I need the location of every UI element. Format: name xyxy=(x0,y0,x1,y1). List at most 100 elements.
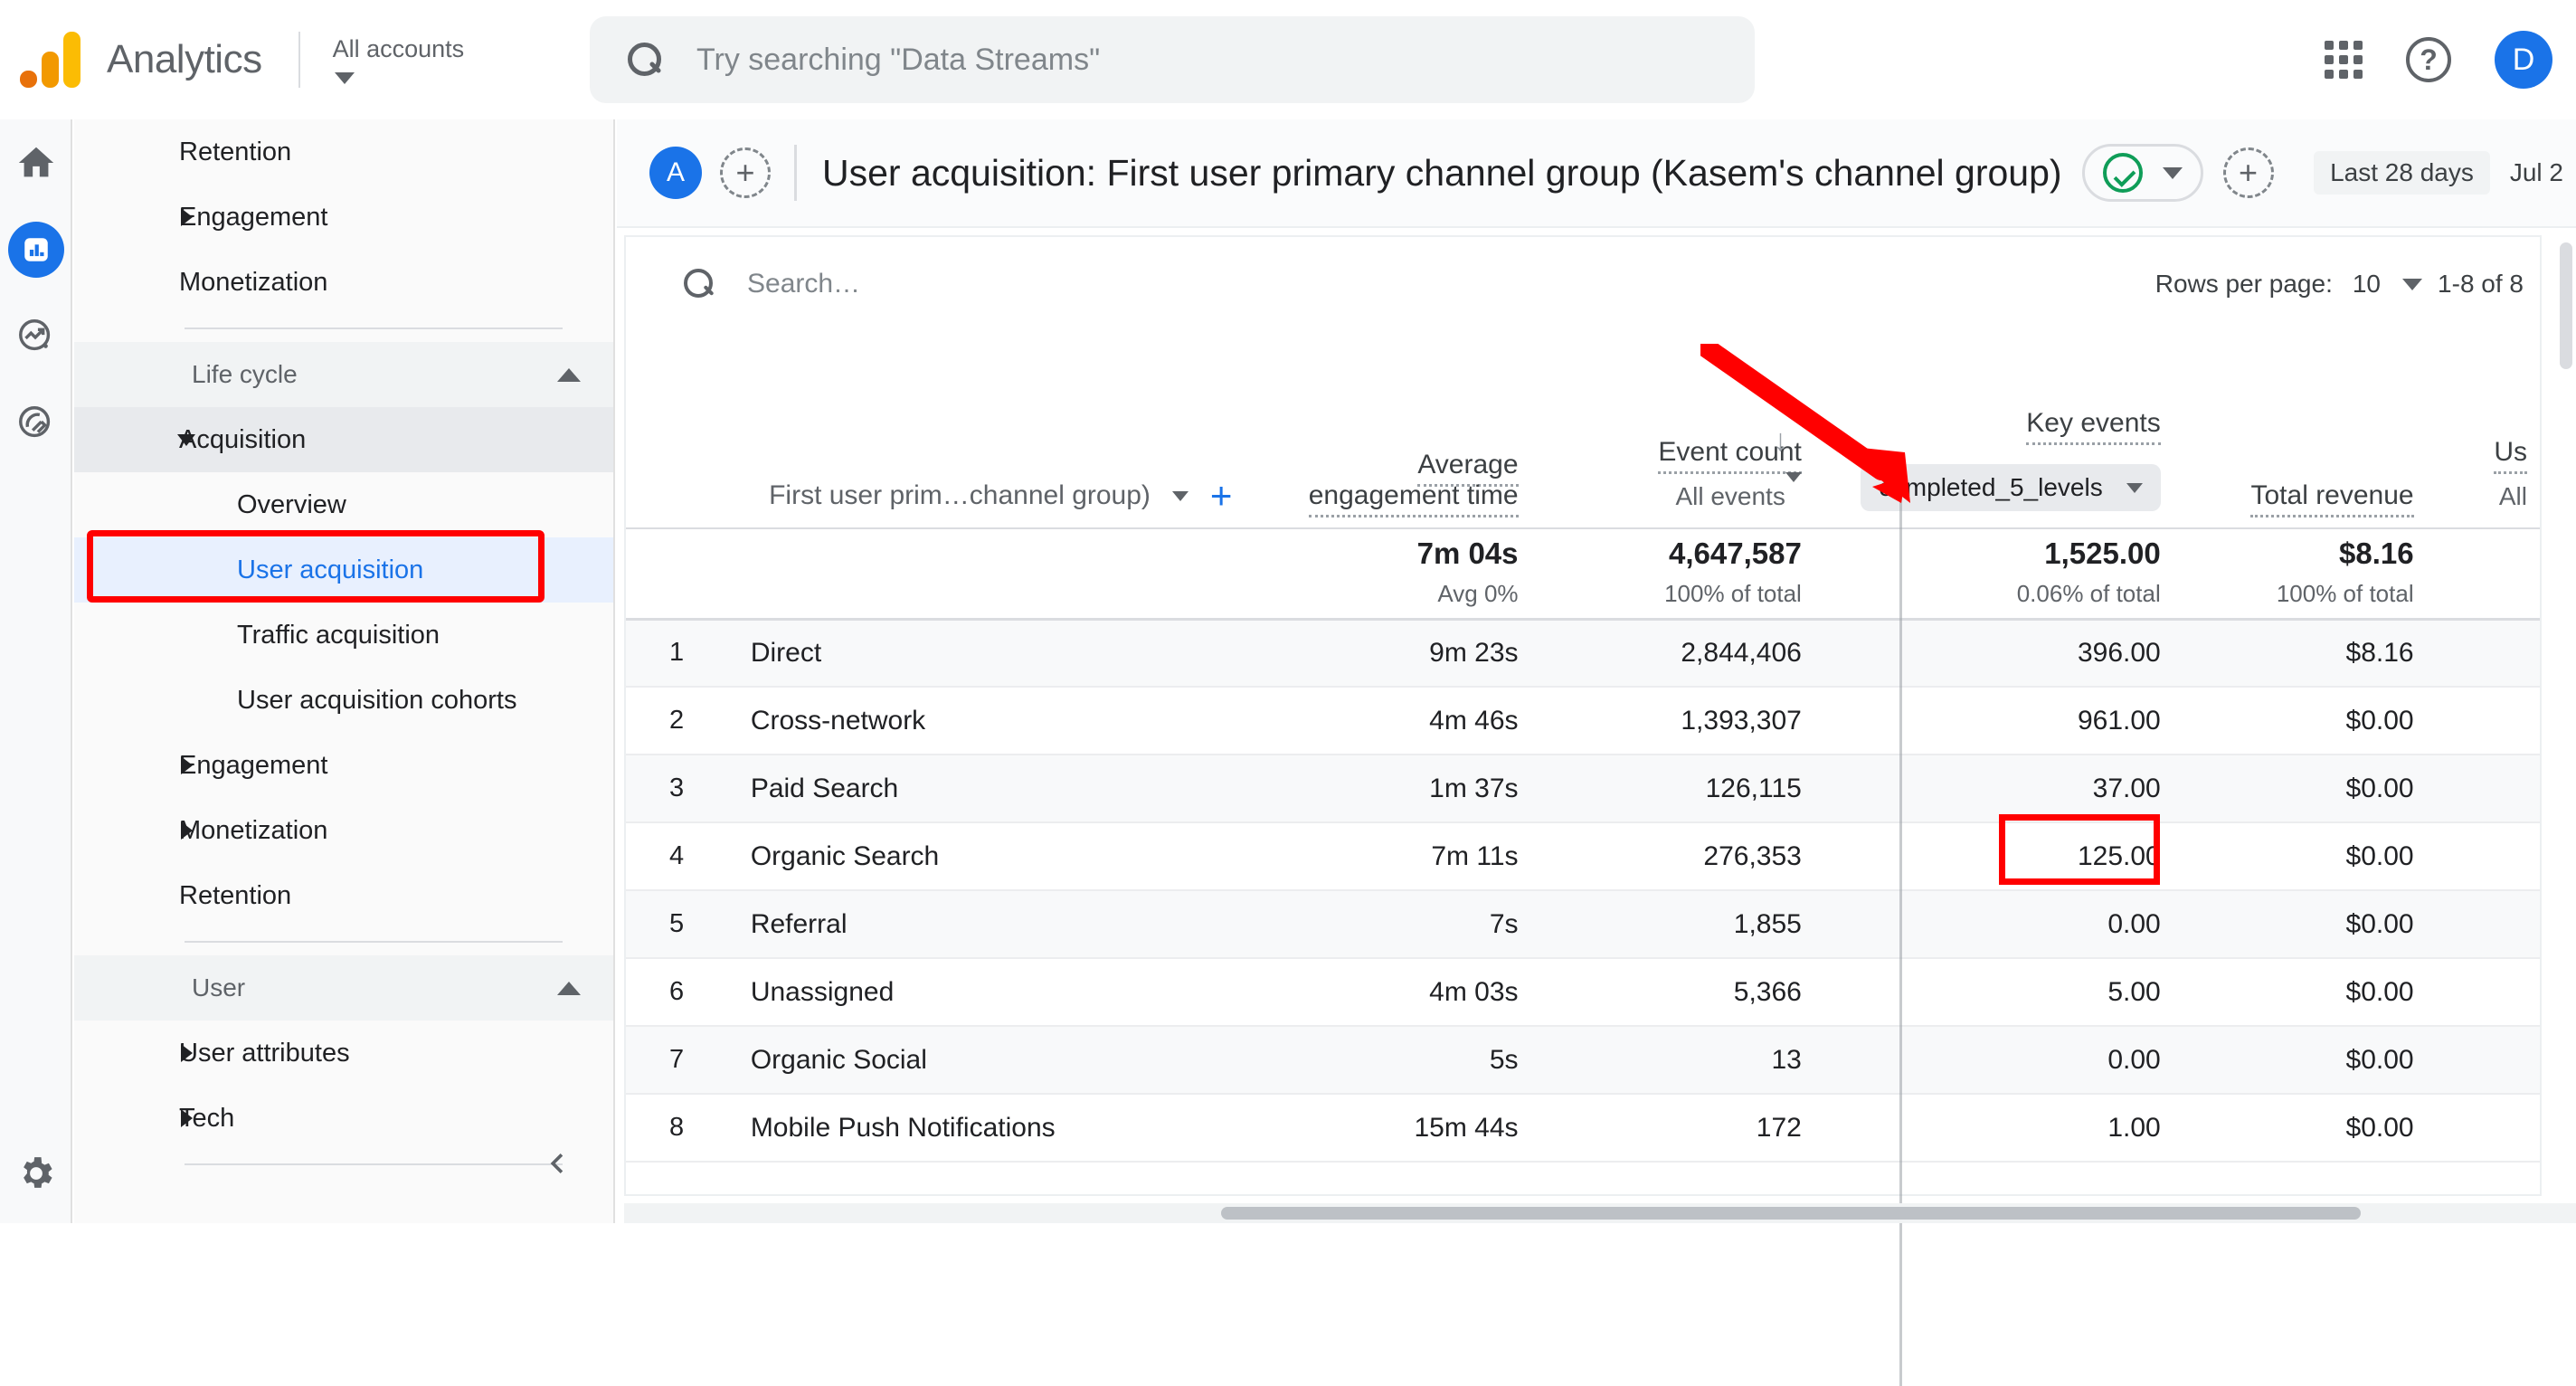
row-index: 5 xyxy=(626,890,707,958)
nav-label: User acquisition xyxy=(237,555,423,585)
divider xyxy=(185,328,563,329)
explore-icon xyxy=(15,316,57,357)
vertical-scrollbar-track[interactable] xyxy=(2556,235,2576,1203)
cell-key-events: 1.00 xyxy=(1814,1094,2174,1162)
chevron-right-icon xyxy=(181,1044,193,1062)
table-row[interactable]: 6Unassigned4m 03s5,3665.00$0.00 xyxy=(626,958,2540,1026)
account-selector[interactable]: All accounts xyxy=(333,35,465,83)
sidebar-item-admin[interactable] xyxy=(0,1153,72,1194)
summary-users xyxy=(2427,528,2540,619)
cell-avg-engagement: 9m 23s xyxy=(1274,619,1530,687)
table-search-input[interactable]: Search… xyxy=(747,269,860,299)
add-filter-button[interactable]: + xyxy=(2223,147,2274,198)
cell-users xyxy=(2427,1094,2540,1162)
sidebar-item-engagement[interactable]: Engagement xyxy=(74,733,613,798)
summary-total-revenue: $8.16 100% of total xyxy=(2174,528,2427,619)
table-row[interactable]: 4Organic Search7m 11s276,353125.00$0.00 xyxy=(626,822,2540,890)
avatar[interactable]: D xyxy=(2495,31,2552,89)
cell-key-events: 0.00 xyxy=(1814,890,2174,958)
horizontal-scrollbar-thumb[interactable] xyxy=(1221,1207,2361,1220)
add-dimension-icon[interactable]: + xyxy=(1210,480,1233,511)
global-search-box[interactable]: Try searching "Data Streams" xyxy=(590,16,1755,103)
global-search-input[interactable]: Try searching "Data Streams" xyxy=(696,43,1100,78)
summary-subvalue: 100% of total xyxy=(2174,580,2414,608)
nav-label: Acquisition xyxy=(179,425,306,455)
sidebar-item-reports[interactable] xyxy=(0,206,72,293)
apps-grid-icon[interactable] xyxy=(2325,41,2363,79)
sidebar-item-home[interactable] xyxy=(0,119,72,206)
divider xyxy=(185,1163,563,1165)
nav-label: Engagement xyxy=(179,751,327,781)
nav-section-user[interactable]: User xyxy=(74,955,613,1021)
sidebar-item-user-attributes[interactable]: User attributes xyxy=(74,1021,613,1086)
sidebar-item-advertising[interactable] xyxy=(0,380,72,467)
cell-key-events: 5.00 xyxy=(1814,958,2174,1026)
column-header-users[interactable]: Us All xyxy=(2427,331,2540,528)
date-range-selector[interactable]: Last 28 days Jul 2 xyxy=(2314,151,2569,195)
column-header-avg-engagement-time[interactable]: Average engagement time xyxy=(1274,331,1530,528)
cell-avg-engagement: 4m 46s xyxy=(1274,687,1530,755)
nav-section-label: Life cycle xyxy=(192,360,298,389)
home-icon xyxy=(15,142,57,184)
dimension-header[interactable]: First user prim…channel group) + xyxy=(707,331,1274,528)
cell-event-count: 13 xyxy=(1531,1026,1814,1094)
chevron-down-icon[interactable] xyxy=(1172,491,1189,501)
sidebar-item-explore[interactable] xyxy=(0,293,72,380)
cell-avg-engagement: 4m 03s xyxy=(1274,958,1530,1026)
event-count-metric-value: All events xyxy=(1675,482,1785,510)
cell-users xyxy=(2427,890,2540,958)
sidebar-item-engagement-top[interactable]: Engagement xyxy=(74,185,613,250)
column-header-event-count[interactable]: Event count All events xyxy=(1531,331,1814,528)
summary-value: $8.16 xyxy=(2174,536,2414,571)
data-quality-chip[interactable] xyxy=(2082,144,2203,202)
icon-rail xyxy=(0,119,72,1223)
cell-total-revenue: $8.16 xyxy=(2174,619,2427,687)
cell-event-count: 1,855 xyxy=(1531,890,1814,958)
sidebar-item-retention[interactable]: Retention xyxy=(74,863,613,928)
sidebar-item-user-acquisition[interactable]: User acquisition xyxy=(74,537,613,603)
table-row[interactable]: 8Mobile Push Notifications15m 44s1721.00… xyxy=(626,1094,2540,1162)
chevron-left-icon xyxy=(537,1144,577,1183)
collapse-panel-button[interactable] xyxy=(532,1138,582,1189)
table-toolbar: Search… Rows per page: 10 1-8 of 8 xyxy=(626,237,2540,331)
gear-icon xyxy=(15,1153,57,1194)
summary-value: 1,525.00 xyxy=(1814,536,2161,571)
rows-per-page-control[interactable]: Rows per page: 10 xyxy=(2155,270,2422,299)
nav-section-life-cycle[interactable]: Life cycle xyxy=(74,342,613,407)
sidebar-item-user-acquisition-cohorts[interactable]: User acquisition cohorts xyxy=(74,668,613,733)
row-index: 8 xyxy=(626,1094,707,1162)
comparison-badge[interactable]: A xyxy=(649,147,702,199)
sort-descending-icon[interactable]: ↓ xyxy=(1773,423,1788,459)
rows-per-page-value[interactable]: 10 xyxy=(2353,270,2422,299)
sidebar-item-traffic-acquisition[interactable]: Traffic acquisition xyxy=(74,603,613,668)
table-row[interactable]: 7Organic Social5s130.00$0.00 xyxy=(626,1026,2540,1094)
help-icon[interactable]: ? xyxy=(2406,37,2451,82)
cell-event-count: 172 xyxy=(1531,1094,1814,1162)
summary-index xyxy=(626,528,707,619)
table-row[interactable]: 2Cross-network4m 46s1,393,307961.00$0.00 xyxy=(626,687,2540,755)
table-row[interactable]: 3Paid Search1m 37s126,11537.00$0.00 xyxy=(626,755,2540,822)
table-row[interactable]: 5Referral7s1,8550.00$0.00 xyxy=(626,890,2540,958)
column-header-key-events[interactable]: ↓ Key events completed_5_levels xyxy=(1814,331,2174,528)
vertical-scrollbar-thumb[interactable] xyxy=(2560,242,2572,369)
add-comparison-button[interactable]: + xyxy=(720,147,771,198)
row-index: 7 xyxy=(626,1026,707,1094)
nav-label: Retention xyxy=(179,138,291,167)
sidebar-item-monetization-top[interactable]: Monetization xyxy=(74,250,613,315)
column-header-label: Us xyxy=(2494,437,2527,474)
column-header-total-revenue[interactable]: Total revenue xyxy=(2174,331,2427,528)
sidebar-item-retention-top[interactable]: Retention xyxy=(74,119,613,185)
dimension-header-label: First user prim…channel group) xyxy=(769,480,1151,511)
chevron-up-icon xyxy=(557,982,581,995)
check-circle-icon xyxy=(2103,153,2143,193)
sidebar-item-monetization[interactable]: Monetization xyxy=(74,798,613,863)
key-events-metric-dropdown[interactable]: completed_5_levels xyxy=(1861,464,2161,511)
search-icon xyxy=(628,43,662,77)
sidebar-item-overview[interactable]: Overview xyxy=(74,472,613,537)
event-count-metric-dropdown[interactable]: All events xyxy=(1531,482,1802,511)
cell-key-events: 37.00 xyxy=(1814,755,2174,822)
table-row[interactable]: 1Direct9m 23s2,844,406396.00$8.16 xyxy=(626,619,2540,687)
chevron-right-icon xyxy=(181,821,193,840)
chevron-down-icon xyxy=(335,72,355,84)
sidebar-item-acquisition[interactable]: Acquisition xyxy=(74,407,613,472)
